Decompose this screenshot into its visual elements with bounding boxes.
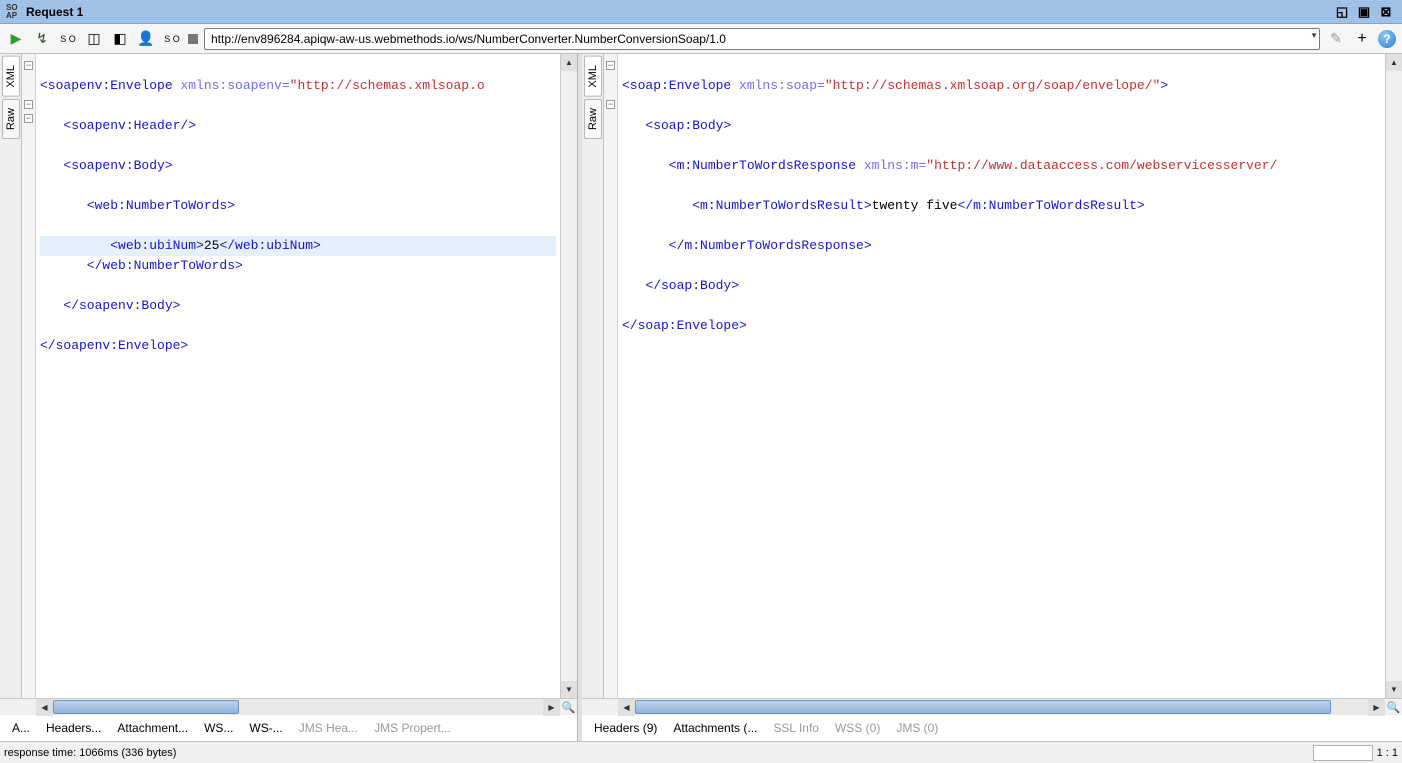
request-fold-gutter: − − − [22, 54, 36, 698]
request-panel: XML Raw − − − <soapenv:Envelope xmlns:so… [0, 54, 578, 741]
maximize-window-icon[interactable]: ▣ [1354, 3, 1374, 21]
response-tab-raw[interactable]: Raw [584, 99, 602, 139]
scroll-left-icon[interactable]: ◀ [36, 699, 53, 716]
tab-response-attachments[interactable]: Attachments (... [673, 721, 757, 735]
tab-ws[interactable]: WS... [204, 721, 233, 735]
scroll-right-icon[interactable]: ▶ [1368, 699, 1385, 716]
tab-jms[interactable]: JMS (0) [896, 721, 938, 735]
request-editor[interactable]: <soapenv:Envelope xmlns:soapenv="http://… [36, 54, 560, 698]
response-fold-gutter: − − [604, 54, 618, 698]
url-input[interactable] [204, 28, 1320, 50]
response-bottom-tabs: Headers (9) Attachments (... SSL Info WS… [582, 715, 1402, 741]
fold-toggle[interactable]: − [24, 100, 33, 109]
fold-toggle[interactable]: − [606, 61, 615, 70]
stop-button[interactable] [188, 34, 198, 44]
scroll-up-icon[interactable]: ▲ [1386, 54, 1402, 71]
tab-response-headers[interactable]: Headers (9) [594, 721, 657, 735]
tab-ws-rm[interactable]: WS-... [249, 721, 282, 735]
tab-headers[interactable]: Headers... [46, 721, 101, 735]
submit-all-button[interactable]: ↯ [32, 29, 52, 49]
help-icon[interactable]: ? [1378, 30, 1396, 48]
status-response-time: response time: 1066ms (336 bytes) [4, 747, 176, 759]
user-icon[interactable]: 👤 [136, 29, 156, 49]
soap-icon: SOAP [6, 4, 22, 20]
add-button[interactable]: + [1352, 29, 1372, 49]
fold-toggle[interactable]: − [24, 114, 33, 123]
response-side-tabs: XML Raw [582, 54, 604, 698]
run-button[interactable]: ▶ [6, 29, 26, 49]
request-tab-xml[interactable]: XML [2, 56, 20, 97]
response-vertical-scrollbar[interactable]: ▲ ▼ [1385, 54, 1402, 698]
status-bar: response time: 1066ms (336 bytes) 1 : 1 [0, 741, 1402, 763]
url-dropdown-icon[interactable]: ▼ [1310, 31, 1318, 40]
split-icon[interactable]: ◧ [110, 29, 130, 49]
request-side-tabs: XML Raw [0, 54, 22, 698]
scroll-up-icon[interactable]: ▲ [561, 54, 577, 71]
response-tab-xml[interactable]: XML [584, 56, 602, 97]
main-area: XML Raw − − − <soapenv:Envelope xmlns:so… [0, 54, 1402, 741]
edit-endpoint-icon[interactable]: ✎ [1326, 29, 1346, 49]
tab-auth[interactable]: A... [12, 721, 30, 735]
status-progress-box [1313, 745, 1373, 761]
search-icon[interactable]: 🔍 [1385, 699, 1402, 716]
request-vertical-scrollbar[interactable]: ▲ ▼ [560, 54, 577, 698]
scroll-right-icon[interactable]: ▶ [543, 699, 560, 716]
scroll-down-icon[interactable]: ▼ [1386, 681, 1402, 698]
fold-toggle[interactable]: − [606, 100, 615, 109]
fold-toggle[interactable]: − [24, 61, 33, 70]
minimize-window-icon[interactable]: ◱ [1332, 3, 1352, 21]
tab-jms-headers[interactable]: JMS Hea... [299, 721, 358, 735]
toolbar: ▶ ↯ S O ◫ ◧ 👤 S O ▼ ✎ + ? [0, 24, 1402, 54]
scroll-down-icon[interactable]: ▼ [561, 681, 577, 698]
window-titlebar: SOAP Request 1 ◱ ▣ ⊠ [0, 0, 1402, 24]
status-cursor-position: 1 : 1 [1377, 747, 1398, 759]
response-editor[interactable]: <soap:Envelope xmlns:soap="http://schema… [618, 54, 1385, 698]
format-code-icon[interactable]: S O [58, 29, 78, 49]
tab-attachments[interactable]: Attachment... [117, 721, 188, 735]
soap-action-icon[interactable]: S O [162, 29, 182, 49]
search-icon[interactable]: 🔍 [560, 699, 577, 716]
request-bottom-tabs: A... Headers... Attachment... WS... WS-.… [0, 715, 577, 741]
response-horizontal-scrollbar[interactable]: ◀ ▶ 🔍 [582, 698, 1402, 715]
tab-ssl-info[interactable]: SSL Info [773, 721, 819, 735]
request-tab-raw[interactable]: Raw [2, 99, 20, 139]
window-title: Request 1 [26, 5, 83, 19]
resize-icon[interactable]: ◫ [84, 29, 104, 49]
response-panel: XML Raw − − <soap:Envelope xmlns:soap="h… [582, 54, 1402, 741]
request-horizontal-scrollbar[interactable]: ◀ ▶ 🔍 [0, 698, 577, 715]
tab-jms-properties[interactable]: JMS Propert... [374, 721, 451, 735]
tab-wss[interactable]: WSS (0) [835, 721, 880, 735]
scroll-left-icon[interactable]: ◀ [618, 699, 635, 716]
close-window-icon[interactable]: ⊠ [1376, 3, 1396, 21]
